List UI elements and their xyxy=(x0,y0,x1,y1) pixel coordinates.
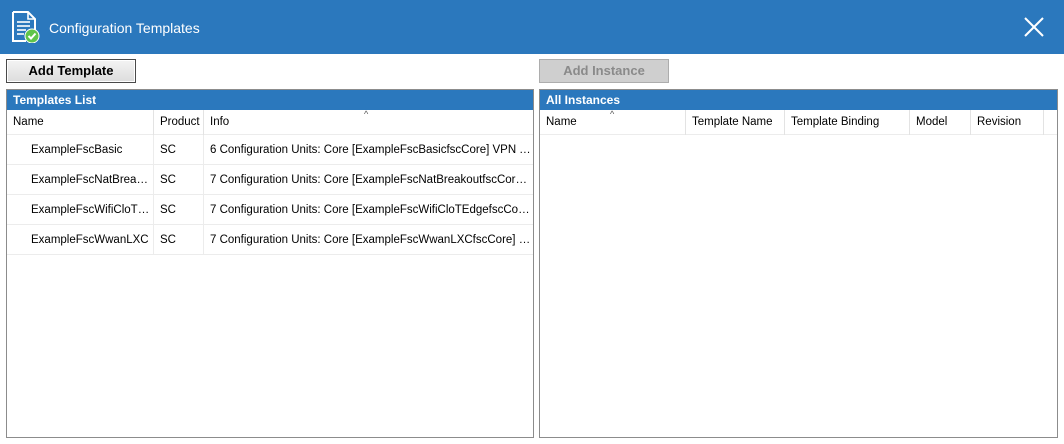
column-header-info[interactable]: Info xyxy=(204,110,535,135)
column-header-template-name[interactable]: Template Name xyxy=(686,110,785,135)
window-title: Configuration Templates xyxy=(49,20,200,36)
template-name-cell: ExampleFscNatBreakout xyxy=(7,165,154,195)
template-product-cell: SC xyxy=(154,195,204,225)
templates-column-headers: Name Product Info ^ xyxy=(7,109,535,135)
template-name-cell: ExampleFscWwanLXC xyxy=(7,225,154,255)
column-header-model[interactable]: Model xyxy=(910,110,971,135)
sort-indicator-icon: ^ xyxy=(610,109,615,119)
all-instances-header: All Instances xyxy=(540,90,1057,110)
templates-list-header: Templates List xyxy=(7,90,533,110)
column-header-revision[interactable]: Revision xyxy=(971,110,1044,135)
templates-list-panel: Templates List Name Product Info ^ Examp… xyxy=(6,89,535,438)
template-product-cell: SC xyxy=(154,135,204,165)
template-product-cell: SC xyxy=(154,225,204,255)
template-name-cell: ExampleFscWifiCloTEd... xyxy=(7,195,154,225)
sort-indicator-icon: ^ xyxy=(364,109,369,119)
template-info-cell: 7 Configuration Units: Core [ExampleFscW… xyxy=(210,234,535,246)
all-instances-panel: All Instances Name Template Name Templat… xyxy=(539,89,1058,438)
document-check-icon xyxy=(12,11,40,43)
template-info-cell: 7 Configuration Units: Core [ExampleFscW… xyxy=(210,204,535,216)
table-row[interactable]: ExampleFscWifiCloTEd... SC 7 Configuration… xyxy=(7,195,535,225)
templates-table-body: ExampleFscBasic SC 6 Configuration Units: … xyxy=(7,135,535,255)
template-info-cell: 7 Configuration Units: Core [ExampleFscN… xyxy=(210,174,535,186)
add-template-button[interactable]: Add Template xyxy=(6,59,136,83)
title-bar: Configuration Templates xyxy=(0,0,1064,54)
close-icon[interactable] xyxy=(1014,7,1054,47)
template-product-cell: SC xyxy=(154,165,204,195)
template-name-cell: ExampleFscBasic xyxy=(7,135,154,165)
table-row[interactable]: ExampleFscBasic SC 6 Configuration Units: … xyxy=(7,135,535,165)
add-instance-button[interactable]: Add Instance xyxy=(539,59,669,83)
instances-column-headers: Name Template Name Template Binding Mode… xyxy=(540,109,1057,135)
table-row[interactable]: ExampleFscWwanLXC SC 7 Configuration Units… xyxy=(7,225,535,255)
template-info-cell: 6 Configuration Units: Core [ExampleFscB… xyxy=(210,144,535,156)
column-header-product[interactable]: Product xyxy=(154,110,204,135)
table-row[interactable]: ExampleFscNatBreakout SC 7 Configuration U… xyxy=(7,165,535,195)
column-header-template-binding[interactable]: Template Binding xyxy=(785,110,910,135)
column-header-name[interactable]: Name xyxy=(7,110,154,135)
